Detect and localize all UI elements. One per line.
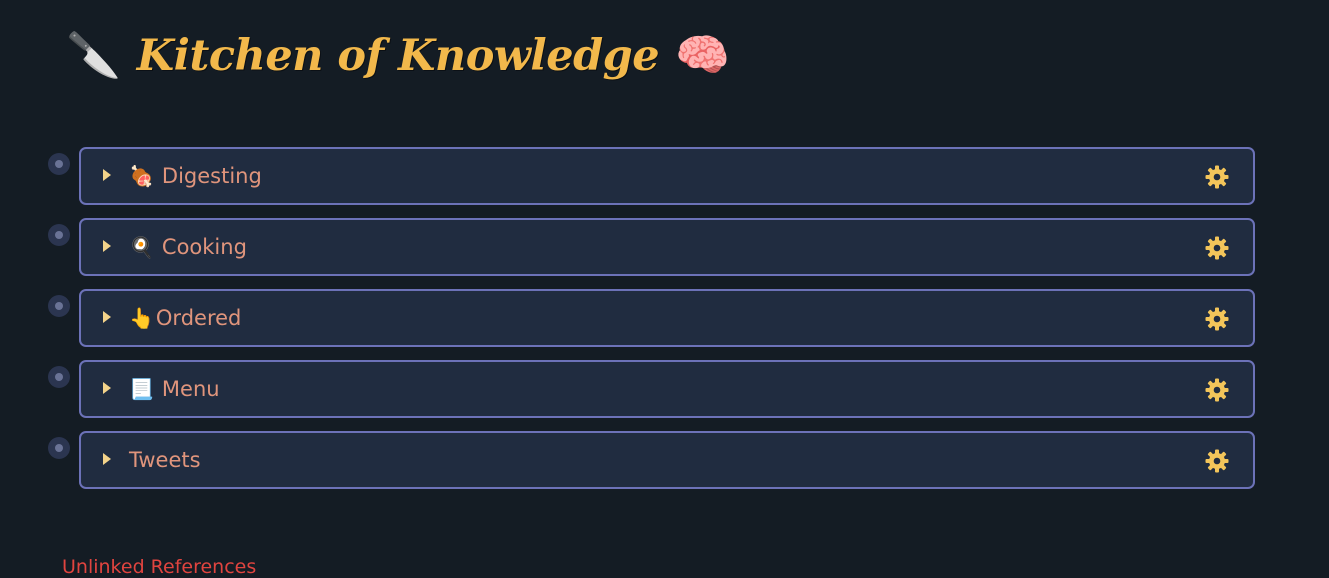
block-label[interactable]: 📃 Menu bbox=[129, 377, 220, 401]
block-label-text: Cooking bbox=[161, 235, 247, 259]
embed-card[interactable]: 🍳 Cooking bbox=[79, 218, 1255, 276]
block-bullet[interactable] bbox=[48, 366, 70, 388]
block-label[interactable]: 🍳 Cooking bbox=[129, 235, 247, 259]
page-icon: 📃 bbox=[129, 377, 154, 401]
meat-icon: 🍖 bbox=[129, 164, 154, 188]
block-label[interactable]: 👆 Ordered bbox=[129, 306, 241, 330]
block-tweets: Tweets bbox=[48, 431, 1260, 493]
bullet-dot bbox=[55, 373, 63, 381]
gear-icon[interactable] bbox=[1205, 307, 1229, 331]
embed-card[interactable]: 🍖 Digesting bbox=[79, 147, 1255, 205]
frying-pan-icon: 🍳 bbox=[129, 235, 154, 259]
embed-card[interactable]: 👆 Ordered bbox=[79, 289, 1255, 347]
brain-icon: 🧠 bbox=[675, 30, 730, 81]
block-bullet[interactable] bbox=[48, 437, 70, 459]
block-label-text: Tweets bbox=[129, 448, 201, 472]
block-digesting: 🍖 Digesting bbox=[48, 147, 1260, 209]
collapse-arrow-icon[interactable] bbox=[103, 311, 111, 323]
page: 🔪 Kitchen of Knowledge 🧠 🍖 Digesting 🍳 C… bbox=[0, 0, 1329, 578]
pointing-hand-icon: 👆 bbox=[129, 306, 154, 330]
bullet-dot bbox=[55, 231, 63, 239]
page-title[interactable]: Kitchen of Knowledge bbox=[137, 31, 660, 81]
block-bullet[interactable] bbox=[48, 295, 70, 317]
block-ordered: 👆 Ordered bbox=[48, 289, 1260, 351]
block-cooking: 🍳 Cooking bbox=[48, 218, 1260, 280]
block-label-text: Ordered bbox=[155, 306, 242, 330]
bullet-dot bbox=[55, 302, 63, 310]
knife-icon: 🔪 bbox=[66, 30, 121, 81]
collapse-arrow-icon[interactable] bbox=[103, 169, 111, 181]
gear-icon[interactable] bbox=[1205, 236, 1229, 260]
block-label[interactable]: 🍖 Digesting bbox=[129, 164, 262, 188]
block-label-text: Menu bbox=[161, 377, 220, 401]
embed-card[interactable]: Tweets bbox=[79, 431, 1255, 489]
bullet-dot bbox=[55, 160, 63, 168]
block-label[interactable]: Tweets bbox=[129, 448, 201, 472]
collapse-arrow-icon[interactable] bbox=[103, 240, 111, 252]
bullet-dot bbox=[55, 444, 63, 452]
gear-icon[interactable] bbox=[1205, 165, 1229, 189]
collapse-arrow-icon[interactable] bbox=[103, 453, 111, 465]
page-title-row: 🔪 Kitchen of Knowledge 🧠 bbox=[66, 24, 730, 88]
block-bullet[interactable] bbox=[48, 224, 70, 246]
block-bullet[interactable] bbox=[48, 153, 70, 175]
block-label-text: Digesting bbox=[161, 164, 262, 188]
block-menu: 📃 Menu bbox=[48, 360, 1260, 422]
gear-icon[interactable] bbox=[1205, 378, 1229, 402]
collapse-arrow-icon[interactable] bbox=[103, 382, 111, 394]
embed-card[interactable]: 📃 Menu bbox=[79, 360, 1255, 418]
gear-icon[interactable] bbox=[1205, 449, 1229, 473]
unlinked-references-toggle[interactable]: Unlinked References bbox=[62, 556, 256, 578]
